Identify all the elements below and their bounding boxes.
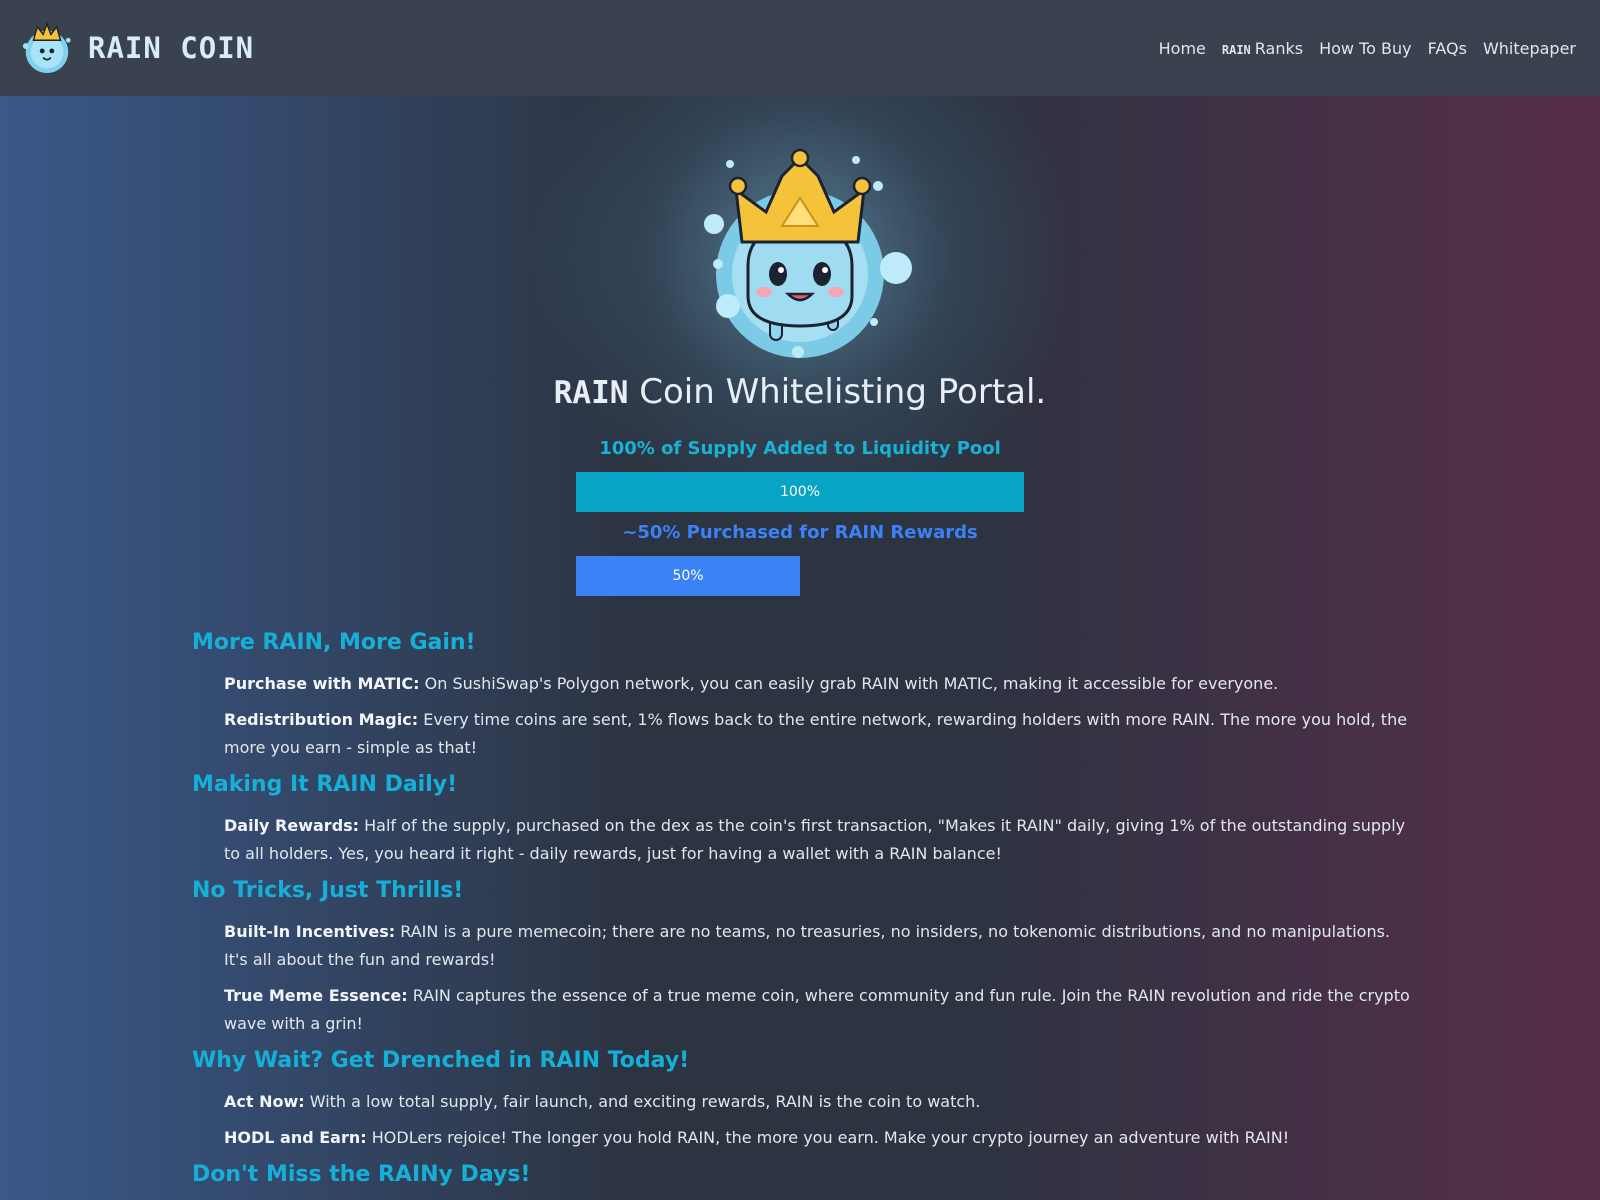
brand[interactable]: RAIN COIN [18, 19, 254, 77]
item-lead: Redistribution Magic: [224, 710, 419, 729]
item-lead: Act Now: [224, 1092, 305, 1111]
nav-link-label: How To Buy [1319, 38, 1412, 58]
nav-link-label: FAQs [1427, 38, 1467, 58]
nav-links: Home RAIN Ranks How To Buy FAQs Whitepape… [1159, 39, 1576, 58]
nav-link-home[interactable]: Home [1159, 39, 1206, 58]
item-text: Half of the supply, purchased on the dex… [224, 816, 1406, 863]
liquidity-progress-label: 100% of Supply Added to Liquidity Pool [599, 438, 1001, 459]
page-title-text: Coin Whitelisting Portal. [639, 372, 1047, 412]
section-title: Why Wait? Get Drenched in RAIN Today! [192, 1048, 690, 1073]
item-text: On SushiSwap's Polygon network, you can … [419, 674, 1279, 693]
nav-link-prefix: RAIN [1221, 42, 1251, 57]
liquidity-progress-fill: 100% [576, 472, 1024, 512]
item-lead: HODL and Earn: [224, 1128, 367, 1147]
item-text: HODLers rejoice! The longer you hold RAI… [366, 1128, 1290, 1147]
page-title: RAIN Coin Whitelisting Portal. [0, 372, 1600, 412]
list-item: Purchase with MATIC: On SushiSwap's Poly… [224, 670, 1412, 698]
section-title: Making It RAIN Daily! [192, 772, 458, 797]
item-text: RAIN is a pure memecoin; there are no te… [224, 922, 1390, 969]
brand-name: RAIN COIN [88, 31, 255, 65]
rewards-progress-label: ~50% Purchased for RAIN Rewards [622, 522, 978, 543]
item-lead: True Meme Essence: [224, 986, 408, 1005]
nav-link-label: Ranks [1254, 38, 1304, 58]
rain-mascot-crown-icon [704, 148, 912, 358]
rewards-progress-bar: 50% [576, 556, 1024, 596]
section-title: More RAIN, More Gain! [192, 630, 476, 655]
section-rainy-days: Don't Miss the RAINy Days! [192, 1160, 1412, 1190]
item-lead: Built-In Incentives: [224, 922, 396, 941]
item-lead: Purchase with MATIC: [224, 674, 420, 693]
nav-link-faqs[interactable]: FAQs [1428, 39, 1467, 58]
list-item: Act Now: With a low total supply, fair l… [224, 1088, 1412, 1116]
nav-link-ranks[interactable]: RAIN Ranks [1222, 39, 1303, 58]
nav-link-whitepaper[interactable]: Whitepaper [1483, 39, 1576, 58]
list-item: Built-In Incentives: RAIN is a pure meme… [224, 918, 1412, 974]
nav-link-how-to-buy[interactable]: How To Buy [1319, 39, 1412, 58]
section-why-wait: Why Wait? Get Drenched in RAIN Today! Ac… [192, 1046, 1412, 1152]
section-title: No Tricks, Just Thrills! [192, 878, 464, 903]
list-item: Daily Rewards: Half of the supply, purch… [224, 812, 1412, 868]
page-title-prefix: RAIN [553, 375, 629, 411]
nav-link-label: Home [1158, 38, 1206, 58]
top-navbar: RAIN COIN Home RAIN Ranks How To Buy FAQs… [0, 0, 1600, 96]
liquidity-progress-bar: 100% [576, 472, 1024, 512]
rewards-progress-fill: 50% [576, 556, 800, 596]
item-lead: Daily Rewards: [224, 816, 360, 835]
nav-link-label: Whitepaper [1482, 38, 1576, 58]
item-text: With a low total supply, fair launch, an… [304, 1092, 981, 1111]
list-item: True Meme Essence: RAIN captures the ess… [224, 982, 1412, 1038]
list-item: HODL and Earn: HODLers rejoice! The long… [224, 1124, 1412, 1152]
section-title: Don't Miss the RAINy Days! [192, 1162, 531, 1187]
list-item: Redistribution Magic: Every time coins a… [224, 706, 1412, 762]
section-more-rain: More RAIN, More Gain! Purchase with MATI… [192, 628, 1412, 762]
section-rain-daily: Making It RAIN Daily! Daily Rewards: Hal… [192, 770, 1412, 868]
section-no-tricks: No Tricks, Just Thrills! Built-In Incent… [192, 876, 1412, 1038]
rain-mascot-logo-icon [22, 21, 71, 74]
feature-sections: More RAIN, More Gain! Purchase with MATI… [192, 628, 1412, 1200]
